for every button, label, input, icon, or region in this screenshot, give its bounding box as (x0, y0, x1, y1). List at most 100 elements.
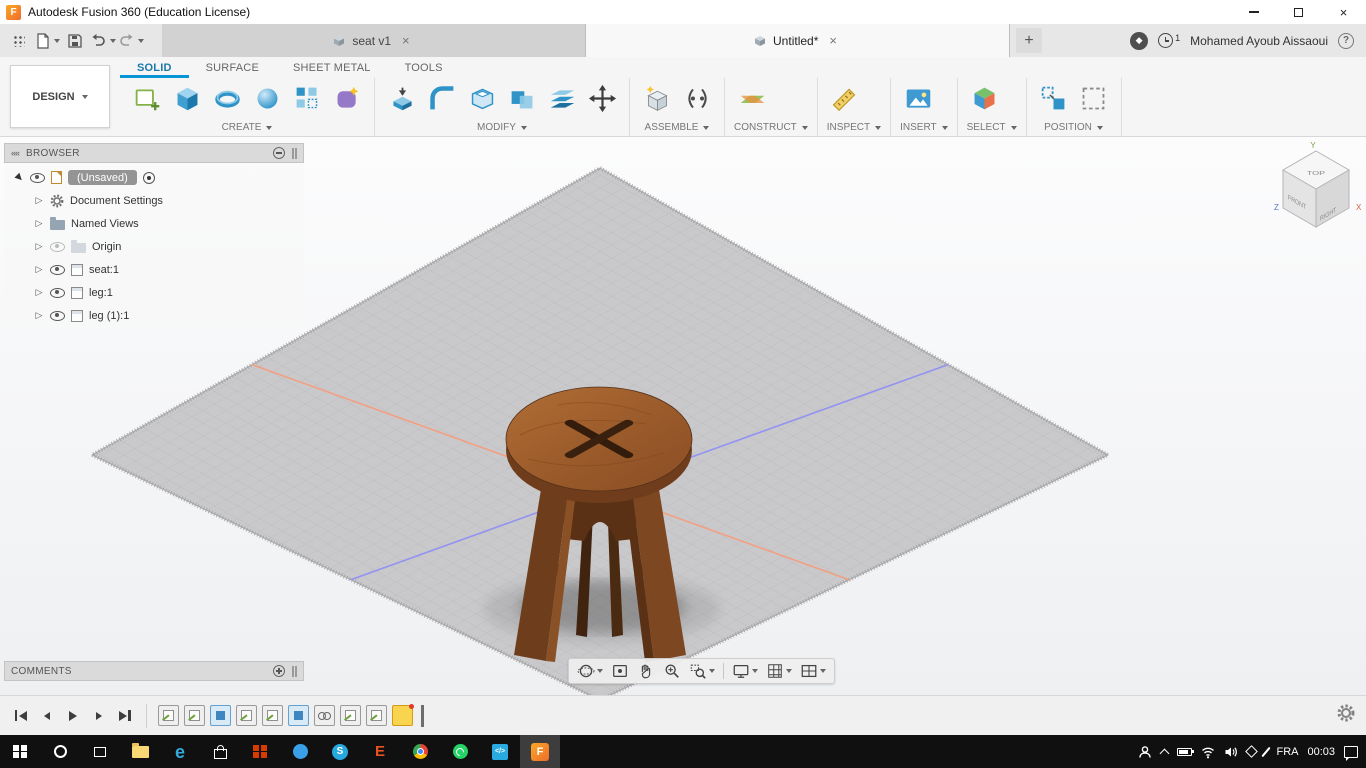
timeline-feature-sketch[interactable] (340, 705, 361, 726)
browser-item-seat[interactable]: ▷ seat:1 (4, 258, 304, 281)
timeline-step-forward-button[interactable] (88, 705, 109, 727)
select-button[interactable] (967, 79, 1003, 119)
maximize-button[interactable] (1276, 0, 1321, 24)
browser-item-named-views[interactable]: ▷ Named Views (4, 212, 304, 235)
timeline-feature-sketch[interactable] (262, 705, 283, 726)
file-menu-button[interactable] (34, 28, 60, 54)
combine-button[interactable] (504, 79, 540, 119)
chevron-down-icon[interactable] (820, 669, 826, 673)
move-copy-button[interactable] (584, 79, 620, 119)
help-icon[interactable]: ? (1338, 32, 1354, 49)
job-status-button[interactable]: 1 (1158, 33, 1180, 48)
expander-icon[interactable]: ▷ (34, 218, 44, 229)
timeline-feature-sketch[interactable] (236, 705, 257, 726)
revolve-button[interactable] (209, 79, 245, 119)
timeline-feature-sketch[interactable] (158, 705, 179, 726)
edge-icon[interactable]: e (160, 735, 200, 768)
fusion-360-taskbar-icon[interactable]: F (520, 735, 560, 768)
tab-tools[interactable]: TOOLS (388, 57, 460, 78)
browser-item-document-settings[interactable]: ▷ Document Settings (4, 189, 304, 212)
visibility-eye-icon[interactable] (30, 172, 45, 183)
offset-button[interactable] (544, 79, 580, 119)
tab-solid[interactable]: SOLID (120, 57, 189, 78)
timeline-settings-button[interactable] (1336, 703, 1356, 728)
construction-plane-button[interactable] (734, 79, 770, 119)
comments-header[interactable]: COMMENTS (4, 661, 304, 681)
minimize-button[interactable] (1231, 0, 1276, 24)
photos-icon[interactable] (280, 735, 320, 768)
viewports-button[interactable] (797, 659, 829, 683)
skype-icon[interactable]: S (320, 735, 360, 768)
timeline-skip-end-button[interactable] (114, 705, 135, 727)
document-tab-untitled[interactable]: Untitled* × (586, 24, 1010, 57)
chevron-down-icon[interactable] (110, 38, 116, 43)
select-menu[interactable]: SELECT (967, 119, 1017, 136)
fillet-button[interactable] (424, 79, 460, 119)
panel-grip[interactable] (292, 665, 294, 677)
expander-icon[interactable]: ▷ (34, 287, 44, 298)
file-explorer-icon[interactable] (120, 735, 160, 768)
browser-item-root[interactable]: ▶ (Unsaved) (4, 166, 304, 189)
timeline-skip-start-button[interactable] (10, 705, 31, 727)
capture-position-button[interactable] (1036, 79, 1072, 119)
create-form-button[interactable] (329, 79, 365, 119)
tray-expand-chevron-icon[interactable] (1160, 748, 1170, 758)
insert-image-button[interactable] (900, 79, 936, 119)
close-button[interactable]: × (1321, 0, 1366, 24)
pan-button[interactable] (634, 659, 658, 683)
people-icon[interactable] (1138, 745, 1152, 759)
office-icon[interactable] (240, 735, 280, 768)
zoom-window-button[interactable] (686, 659, 718, 683)
wifi-icon[interactable] (1201, 745, 1215, 759)
store-icon[interactable] (200, 735, 240, 768)
extensions-icon[interactable]: ◆ (1130, 31, 1149, 50)
shell-button[interactable] (464, 79, 500, 119)
visibility-eye-icon[interactable] (50, 310, 65, 321)
app-icon-e[interactable]: E (360, 735, 400, 768)
expander-icon[interactable]: ▷ (34, 264, 44, 275)
modify-menu[interactable]: MODIFY (384, 119, 620, 136)
save-button[interactable] (62, 28, 88, 54)
action-center-icon[interactable] (1344, 745, 1358, 761)
expander-icon[interactable]: ▶ (13, 171, 25, 184)
visibility-eye-icon[interactable] (50, 241, 65, 252)
zoom-button[interactable] (660, 659, 684, 683)
chevron-down-icon[interactable] (597, 669, 603, 673)
timeline-feature-sketch[interactable] (366, 705, 387, 726)
dropbox-icon[interactable] (1245, 745, 1259, 758)
chevron-down-icon[interactable] (786, 669, 792, 673)
inspect-menu[interactable]: INSPECT (827, 119, 882, 136)
joint-button[interactable] (679, 79, 715, 119)
sphere-button[interactable] (249, 79, 285, 119)
app-grid-icon[interactable] (6, 28, 32, 54)
panel-grip[interactable] (292, 147, 294, 159)
modeling-canvas[interactable]: TOP FRONT RIGHT Y X Z «« BROWSER ▶ (Unsa… (0, 137, 1366, 695)
chevron-down-icon[interactable] (752, 669, 758, 673)
timeline-play-button[interactable] (62, 705, 83, 727)
timeline-feature-sketch[interactable] (184, 705, 205, 726)
timeline-feature-joint[interactable] (314, 705, 335, 726)
view-cube[interactable]: TOP FRONT RIGHT Y X Z (1274, 141, 1362, 228)
undo-button[interactable] (90, 28, 116, 54)
minimize-panel-icon[interactable] (273, 147, 285, 159)
create-menu[interactable]: CREATE (129, 119, 365, 136)
timeline-end-marker[interactable] (421, 704, 424, 727)
browser-item-leg[interactable]: ▷ leg:1 (4, 281, 304, 304)
orbit-button[interactable] (574, 659, 606, 683)
task-view-button[interactable] (80, 735, 120, 768)
workspace-selector[interactable]: DESIGN (10, 65, 110, 128)
expander-icon[interactable]: ▷ (34, 195, 44, 206)
add-comment-icon[interactable] (273, 665, 285, 677)
new-document-button[interactable]: + (1016, 28, 1042, 53)
revert-position-button[interactable] (1076, 79, 1112, 119)
browser-header[interactable]: «« BROWSER (4, 143, 304, 163)
browser-item-leg-1[interactable]: ▷ leg (1):1 (4, 304, 304, 327)
insert-menu[interactable]: INSERT (900, 119, 948, 136)
create-sketch-button[interactable] (129, 79, 165, 119)
timeline-feature-current[interactable] (392, 704, 414, 726)
browser-item-origin[interactable]: ▷ Origin (4, 235, 304, 258)
timeline-feature-extrude[interactable] (288, 705, 309, 726)
close-tab-icon[interactable]: × (398, 33, 414, 48)
visibility-eye-icon[interactable] (50, 287, 65, 298)
visibility-eye-icon[interactable] (50, 264, 65, 275)
